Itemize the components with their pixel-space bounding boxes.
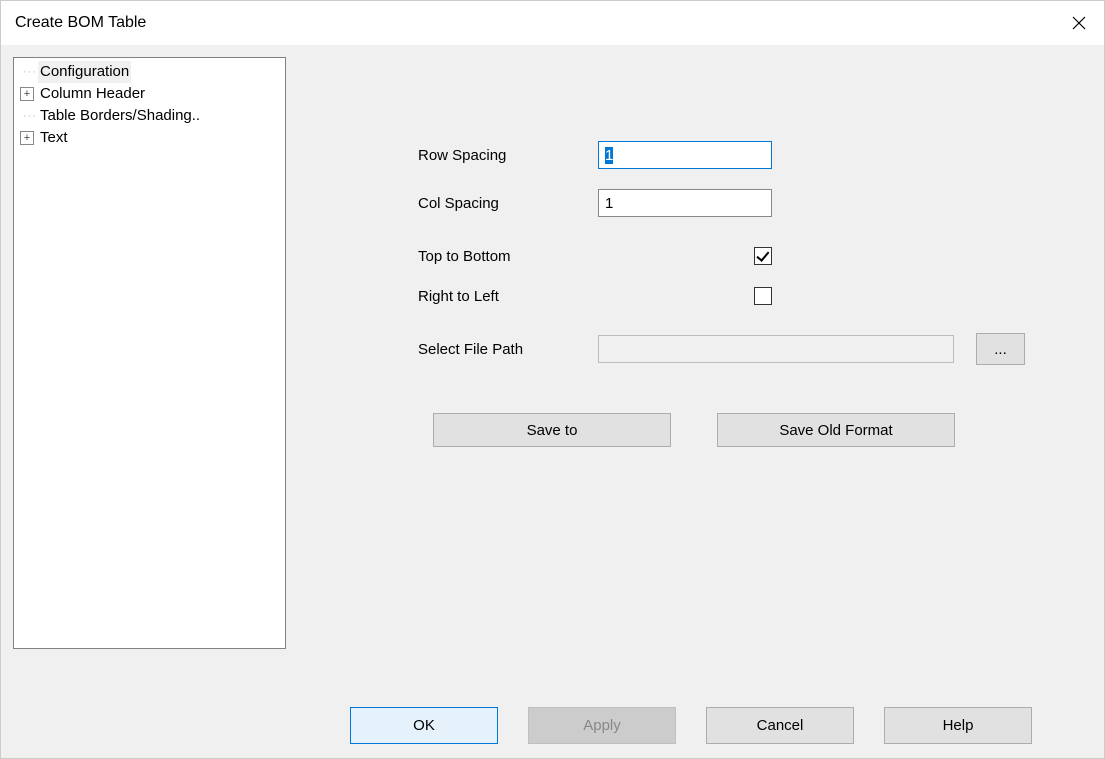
close-icon: [1072, 16, 1086, 30]
save-button-row: Save to Save Old Format: [433, 413, 955, 447]
upper-area: ··· Configuration + Column Header ··· Ta…: [13, 57, 1092, 684]
top-to-bottom-checkbox[interactable]: [754, 247, 772, 265]
button-label: OK: [413, 717, 435, 734]
select-file-path-label: Select File Path: [418, 341, 598, 358]
client-area: ··· Configuration + Column Header ··· Ta…: [1, 45, 1104, 758]
button-label: Save to: [527, 422, 578, 439]
top-to-bottom-label: Top to Bottom: [418, 248, 754, 265]
help-button[interactable]: Help: [884, 707, 1032, 744]
dialog-window: Create BOM Table ··· Configuration + Col…: [0, 0, 1105, 759]
tree-expand-icon[interactable]: +: [20, 87, 34, 101]
ok-button[interactable]: OK: [350, 707, 498, 744]
tree-connector-icon: ···: [20, 61, 38, 83]
button-label: Apply: [583, 717, 621, 734]
save-old-format-button[interactable]: Save Old Format: [717, 413, 955, 447]
col-spacing-input[interactable]: [598, 189, 772, 217]
tree-item-column-header[interactable]: + Column Header: [14, 83, 285, 105]
window-title: Create BOM Table: [15, 14, 1054, 32]
tree-item-label: Configuration: [38, 61, 131, 83]
tree-item-configuration[interactable]: ··· Configuration: [14, 61, 285, 83]
apply-button: Apply: [528, 707, 676, 744]
form-panel: Row Spacing Col Spacing Top to Bottom Ri…: [298, 57, 1092, 684]
button-label: Save Old Format: [779, 422, 892, 439]
save-to-button[interactable]: Save to: [433, 413, 671, 447]
tree-item-text[interactable]: + Text: [14, 127, 285, 149]
tree-item-label: Table Borders/Shading..: [38, 105, 202, 127]
tree-item-table-borders[interactable]: ··· Table Borders/Shading..: [14, 105, 285, 127]
tree-item-label: Text: [38, 127, 70, 149]
file-path-display: [598, 335, 954, 363]
right-to-left-checkbox[interactable]: [754, 287, 772, 305]
col-spacing-label: Col Spacing: [418, 195, 598, 212]
button-label: Help: [943, 717, 974, 734]
row-spacing-label: Row Spacing: [418, 147, 598, 164]
right-to-left-label: Right to Left: [418, 288, 754, 305]
button-label: Cancel: [757, 717, 804, 734]
tree-connector-icon: ···: [20, 105, 38, 127]
close-button[interactable]: [1054, 1, 1104, 45]
row-spacing-input[interactable]: [598, 141, 772, 169]
cancel-button[interactable]: Cancel: [706, 707, 854, 744]
tree-item-label: Column Header: [38, 83, 147, 105]
browse-button[interactable]: ...: [976, 333, 1025, 365]
ellipsis-icon: ...: [994, 341, 1007, 358]
dialog-button-row: OK Apply Cancel Help: [13, 684, 1092, 744]
title-bar: Create BOM Table: [1, 1, 1104, 45]
tree-expand-icon[interactable]: +: [20, 131, 34, 145]
nav-tree[interactable]: ··· Configuration + Column Header ··· Ta…: [13, 57, 286, 649]
